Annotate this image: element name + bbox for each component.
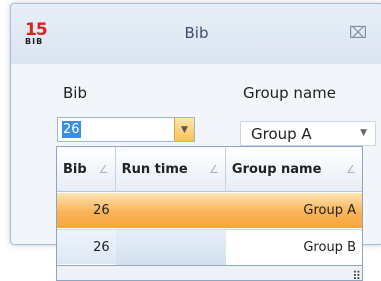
sort-icon: ∠: [346, 163, 357, 176]
sort-icon: ∠: [98, 163, 109, 176]
group-name-select[interactable]: Group A ▼: [240, 121, 376, 146]
grid-header: Bib ∠ Run time ∠ Group name ∠: [57, 147, 362, 192]
column-header-label: Run time: [121, 162, 188, 177]
group-name-label: Group name: [243, 84, 336, 102]
column-header-run-time[interactable]: Run time ∠: [116, 147, 226, 192]
bib-dropdown-button[interactable]: ▼: [174, 118, 194, 141]
sort-icon: ∠: [209, 163, 219, 176]
chevron-down-icon: ▼: [181, 124, 188, 135]
cell-run-time: [116, 193, 226, 228]
table-row[interactable]: 26 Group A: [57, 193, 362, 228]
column-header-label: Group name: [231, 162, 322, 177]
column-header-label: Bib: [63, 162, 87, 177]
close-icon: ⌧: [348, 22, 368, 42]
bib-input-value[interactable]: 26: [62, 121, 81, 138]
column-header-group-name[interactable]: Group name ∠: [226, 147, 362, 192]
cell-run-time: [115, 230, 226, 265]
table-row[interactable]: 26 Group B: [57, 229, 362, 265]
cell-group-name: Group A: [303, 203, 356, 218]
bib-input[interactable]: 26 ▼: [57, 117, 195, 142]
cell-bib: 26: [93, 203, 110, 218]
chevron-down-icon[interactable]: ▼: [360, 128, 367, 138]
close-button[interactable]: ⌧: [347, 22, 369, 42]
window-title: Bib: [184, 24, 209, 42]
cell-group-name: Group B: [225, 230, 362, 265]
bib-dropdown-grid[interactable]: Bib ∠ Run time ∠ Group name ∠ 26 Group A…: [56, 146, 363, 281]
grid-footer: ⠿: [57, 265, 362, 280]
group-name-value: Group A: [251, 125, 312, 143]
cell-bib: 26: [93, 240, 110, 255]
bib-label: Bib: [63, 84, 87, 102]
column-header-bib[interactable]: Bib ∠: [57, 147, 116, 192]
title-bar[interactable]: 15 BIB Bib ⌧: [11, 4, 381, 64]
resize-grip-icon[interactable]: ⠿: [352, 270, 361, 280]
